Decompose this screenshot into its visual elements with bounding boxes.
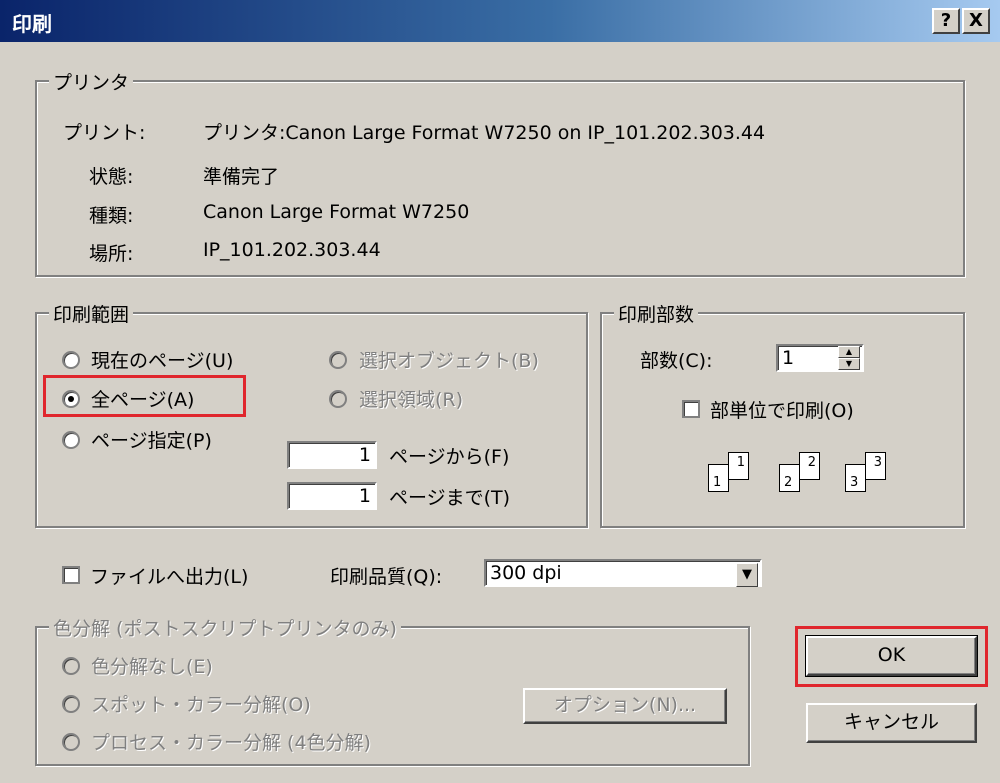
quality-select-value: 300 dpi xyxy=(490,562,562,584)
label-process-separation: プロセス・カラー分解 (4色分解) xyxy=(91,732,371,754)
type-value: Canon Large Format W7250 xyxy=(203,201,470,223)
status-value: 準備完了 xyxy=(203,166,280,188)
print-to-file-checkbox[interactable] xyxy=(62,566,80,584)
collate-page-3-back-number: 3 xyxy=(873,455,882,470)
collate-page-1-front-number: 1 xyxy=(713,475,722,490)
radio-selected-area xyxy=(329,390,347,408)
location-label: 場所: xyxy=(89,243,134,265)
close-button[interactable]: X xyxy=(962,8,990,34)
print-dialog: 印刷 ? X プリンタ プリント: プリンタ:Canon Large Forma… xyxy=(0,0,1000,783)
label-selected-objects: 選択オブジェクト(B) xyxy=(359,350,539,372)
spin-down-icon[interactable]: ▼ xyxy=(838,358,860,370)
radio-spot-separation xyxy=(62,695,80,713)
collate-page-2-back: 2 xyxy=(799,452,820,480)
radio-no-separation xyxy=(62,657,80,675)
print-value: プリンタ:Canon Large Format W7250 on IP_101.… xyxy=(203,122,766,144)
collate-page-1-back-number: 1 xyxy=(736,455,745,470)
print-to-file-label: ファイルへ出力(L) xyxy=(90,566,249,588)
label-spot-separation: スポット・カラー分解(O) xyxy=(91,694,311,716)
copies-spinner[interactable]: ▲ ▼ xyxy=(838,346,860,370)
radio-current-page[interactable] xyxy=(62,351,80,369)
collate-page-3-back: 3 xyxy=(865,452,886,480)
cancel-button[interactable]: キャンセル xyxy=(806,703,977,743)
spin-up-icon[interactable]: ▲ xyxy=(838,346,860,358)
to-page-label: ページまで(T) xyxy=(389,487,511,509)
collate-checkbox[interactable] xyxy=(682,400,700,418)
copies-group: 印刷部数 部数(C): 1 ▲ ▼ 部単位で印刷(O) 1 1 2 2 3 3 xyxy=(600,300,965,528)
radio-selected-objects xyxy=(329,351,347,369)
collate-page-2-back-number: 2 xyxy=(807,455,816,470)
radio-process-separation xyxy=(62,733,80,751)
help-button[interactable]: ? xyxy=(932,8,960,34)
status-label: 状態: xyxy=(89,166,134,188)
type-label: 種類: xyxy=(89,205,134,227)
label-page-range: ページ指定(P) xyxy=(91,430,212,452)
collate-page-2-front: 2 xyxy=(779,464,800,492)
options-button: オプション(N)... xyxy=(523,688,727,724)
from-page-input[interactable]: 1 xyxy=(287,441,377,469)
label-no-separation: 色分解なし(E) xyxy=(91,656,213,678)
collate-label: 部単位で印刷(O) xyxy=(710,400,854,422)
label-current-page: 現在のページ(U) xyxy=(91,350,234,372)
collate-page-1-back: 1 xyxy=(728,452,749,480)
to-page-input[interactable]: 1 xyxy=(287,482,377,510)
ok-button-highlight xyxy=(795,626,988,687)
printer-group-title: プリンタ xyxy=(49,68,134,95)
quality-label: 印刷品質(Q): xyxy=(330,566,443,588)
chevron-down-icon[interactable]: ▼ xyxy=(736,563,758,587)
collate-page-3-front: 3 xyxy=(845,464,866,492)
copies-group-title: 印刷部数 xyxy=(614,300,699,327)
copies-label: 部数(C): xyxy=(640,350,713,372)
radio-page-range[interactable] xyxy=(62,431,80,449)
location-value: IP_101.202.303.44 xyxy=(203,239,381,261)
print-label: プリント: xyxy=(63,122,146,144)
separation-group-title: 色分解 (ポストスクリプトプリンタのみ) xyxy=(49,614,401,641)
collate-page-1-front: 1 xyxy=(708,464,729,492)
separation-group: 色分解 (ポストスクリプトプリンタのみ) 色分解なし(E) スポット・カラー分解… xyxy=(35,614,750,766)
window-title: 印刷 xyxy=(12,12,52,36)
label-selected-area: 選択領域(R) xyxy=(359,389,464,411)
collate-page-2-front-number: 2 xyxy=(784,475,793,490)
title-bar[interactable]: 印刷 ? X xyxy=(0,0,1000,42)
print-range-title: 印刷範囲 xyxy=(49,300,134,327)
quality-select[interactable]: 300 dpi ▼ xyxy=(484,559,762,587)
all-pages-highlight xyxy=(43,375,246,417)
printer-group: プリンタ プリント: プリンタ:Canon Large Format W7250… xyxy=(35,68,965,277)
collate-page-3-front-number: 3 xyxy=(850,475,859,490)
print-range-group: 印刷範囲 現在のページ(U) 選択オブジェクト(B) 全ページ(A) 選択領域(… xyxy=(35,300,588,528)
from-page-label: ページから(F) xyxy=(389,446,510,468)
